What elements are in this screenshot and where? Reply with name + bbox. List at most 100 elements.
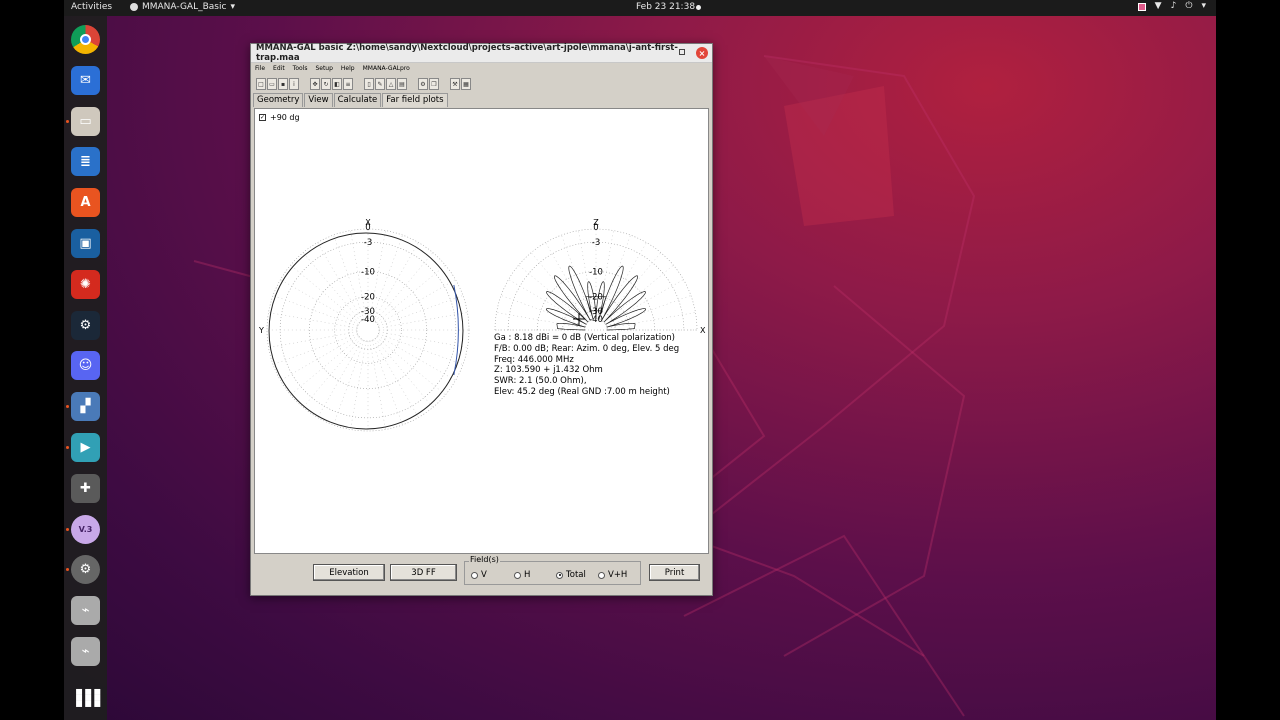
dock-item-screenshot-tool[interactable]: ▞ xyxy=(71,392,100,422)
rotate-icon[interactable]: ↻ xyxy=(321,78,331,90)
save-icon[interactable]: ▪ xyxy=(278,78,288,90)
menu-tools[interactable]: Tools xyxy=(293,65,308,76)
power-icon[interactable]: ⏻ xyxy=(1185,1,1192,11)
wifi-icon[interactable]: ▼ xyxy=(1155,1,1162,11)
calculator-icon[interactable]: ▦ xyxy=(461,78,471,90)
dock-item-ubuntu-software[interactable]: A xyxy=(71,188,100,218)
grid-spoke xyxy=(378,331,468,348)
elevation-plot-side-label: X xyxy=(700,326,706,335)
dock-item-usb-drive-1[interactable]: ⌁ xyxy=(71,596,100,626)
tab-far-field-plots[interactable]: Far field plots xyxy=(382,93,448,107)
dock-item-discord[interactable]: ☺ xyxy=(71,351,100,381)
radio-v-circle[interactable] xyxy=(471,571,478,579)
radio-h-circle[interactable] xyxy=(514,571,521,579)
tab-calculate[interactable]: Calculate xyxy=(333,93,382,107)
fields-legend: Field(s) xyxy=(469,555,500,564)
move-icon[interactable]: ✥ xyxy=(310,78,320,90)
grid-spoke xyxy=(268,331,358,348)
elevation-ring-label: -20 xyxy=(589,293,603,303)
running-indicator-icon xyxy=(66,446,69,449)
elevation-button[interactable]: Elevation xyxy=(313,564,385,581)
clock[interactable]: Feb 23 21:38 xyxy=(636,2,695,12)
3d-ff-button[interactable]: 3D FF xyxy=(390,564,457,581)
new-file-icon[interactable]: □ xyxy=(256,78,266,90)
grid-spoke xyxy=(508,279,587,325)
mirror-icon[interactable]: ◧ xyxy=(332,78,342,90)
show-applications-icon[interactable]: ▪▪▪ ▪▪▪ ▪▪▪ xyxy=(75,685,102,709)
chevron-down-icon[interactable]: ▾ xyxy=(1201,1,1206,11)
elevation-ring-label: -3 xyxy=(592,238,600,248)
grid-spoke xyxy=(350,340,367,430)
radio-v-plus-h[interactable]: V+H xyxy=(598,570,627,580)
grid-spoke xyxy=(530,252,590,322)
restore-icon[interactable] xyxy=(679,49,685,55)
gear-icon[interactable]: ⚙ xyxy=(418,78,428,90)
grid-spoke xyxy=(374,252,434,322)
system-tray[interactable]: ▼ ♪ ⏻ ▾ xyxy=(1137,1,1206,11)
dock-item-mmana-gal[interactable]: V.3 xyxy=(71,514,100,544)
grid-spoke xyxy=(606,295,691,327)
radio-h[interactable]: H xyxy=(514,570,530,580)
page-icon[interactable]: ▯ xyxy=(364,78,374,90)
azimuth-ring-label: -20 xyxy=(361,293,375,303)
chevron-down-icon: ▾ xyxy=(230,2,235,12)
close-icon[interactable]: × xyxy=(696,47,708,59)
files-icon: ▭ xyxy=(71,106,100,136)
menu-file[interactable]: File xyxy=(255,65,265,76)
activities-button[interactable]: Activities xyxy=(71,2,112,12)
radio-total[interactable]: Total xyxy=(556,570,586,580)
dock-item-settings[interactable]: ⚙ xyxy=(71,555,100,585)
radio-vh-circle[interactable] xyxy=(598,571,605,579)
running-indicator-icon xyxy=(66,119,69,123)
tab-geometry[interactable]: Geometry xyxy=(253,93,304,107)
grid-spoke xyxy=(273,295,358,327)
copy-icon[interactable]: ❐ xyxy=(429,78,439,90)
dock-item-extension[interactable]: ✚ xyxy=(71,473,100,503)
dock-item-wolfram[interactable]: ✺ xyxy=(71,269,100,299)
menu-mmana-galpro[interactable]: MMANA-GALpro xyxy=(363,65,410,76)
app-menu[interactable]: MMANA-GAL_Basic ▾ xyxy=(130,2,235,12)
print-button[interactable]: Print xyxy=(649,564,700,581)
grid-spoke xyxy=(561,235,593,320)
grid-spoke xyxy=(378,295,463,327)
azimuth-plot-side-label: Y xyxy=(258,326,264,335)
far-field-plot-area[interactable]: ✓ +90 dg 0 -3 -10 -20 -30 -40 0 -3 -10 -20 -30 -40… xyxy=(254,108,709,554)
grid-spoke xyxy=(605,279,684,325)
layers-icon[interactable]: ▤ xyxy=(397,78,407,90)
menu-help[interactable]: Help xyxy=(341,65,355,76)
radio-v[interactable]: V xyxy=(471,570,487,580)
libreoffice-writer-icon: ≣ xyxy=(71,147,100,177)
radio-h-label: H xyxy=(524,570,531,580)
dock-item-thunderbird[interactable]: ✉ xyxy=(71,65,100,95)
dock-item-steam[interactable]: ⚙ xyxy=(71,310,100,340)
radio-total-label: Total xyxy=(566,570,586,580)
grid-spoke xyxy=(373,242,419,321)
open-file-icon[interactable]: ▭ xyxy=(267,78,277,90)
fields-group: Field(s) V H Total V+H xyxy=(464,555,641,585)
dock-item-usb-drive-2[interactable]: ⌁ xyxy=(71,637,100,666)
grid-spoke xyxy=(377,279,456,325)
dock-item-chrome[interactable] xyxy=(71,25,100,54)
extension-icon: ✚ xyxy=(71,473,100,503)
radio-total-circle[interactable] xyxy=(556,571,563,579)
edit-icon[interactable]: ✎ xyxy=(375,78,385,90)
dock-item-files[interactable]: ▭ xyxy=(71,106,100,136)
info-icon[interactable]: i xyxy=(289,78,299,90)
tools-icon[interactable]: ⚒ xyxy=(450,78,460,90)
menu-edit[interactable]: Edit xyxy=(273,65,285,76)
menu-setup[interactable]: Setup xyxy=(315,65,332,76)
dock-item-virtual-box[interactable]: ▣ xyxy=(71,229,100,258)
triangle-icon[interactable]: △ xyxy=(386,78,396,90)
grid-spoke xyxy=(371,235,403,320)
dock-item-video-editor[interactable]: ▶ xyxy=(71,433,100,462)
window-titlebar[interactable]: MMANA-GAL basic Z:\home\sandy\Nextcloud\… xyxy=(251,43,712,63)
elevation-ring-label: -40 xyxy=(589,315,603,325)
tab-view[interactable]: View xyxy=(304,93,333,107)
record-icon[interactable] xyxy=(1137,3,1146,11)
grid-spoke xyxy=(377,335,456,381)
stretch-icon[interactable]: ≡ xyxy=(343,78,353,90)
dock-item-libreoffice-writer[interactable]: ≣ xyxy=(71,147,100,177)
info-impedance: Z: 103.590 + j1.432 Ohm xyxy=(494,365,603,376)
volume-icon[interactable]: ♪ xyxy=(1171,1,1177,11)
grid-spoke xyxy=(302,338,362,408)
